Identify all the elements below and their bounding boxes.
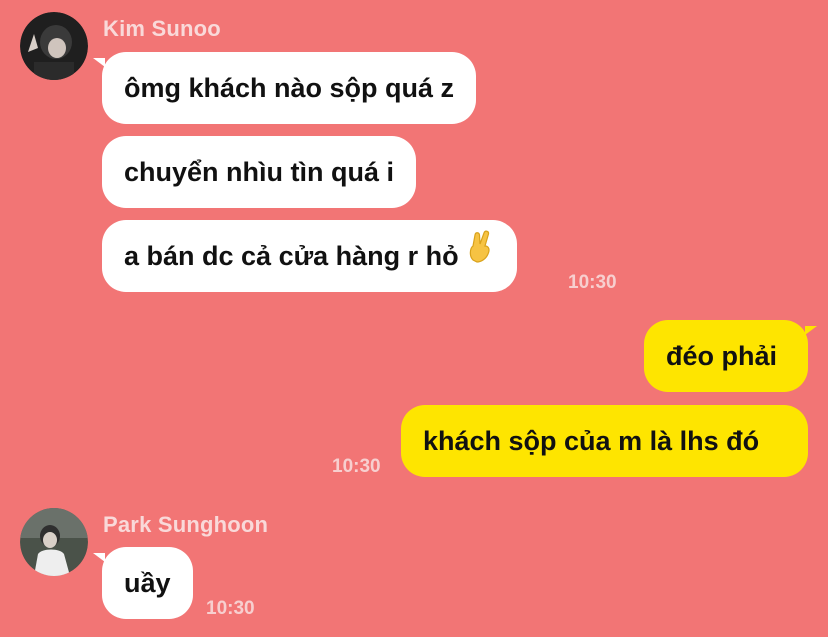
timestamp: 10:30 xyxy=(568,272,617,293)
crossed-fingers-icon xyxy=(467,219,495,291)
timestamp: 10:30 xyxy=(206,598,255,619)
message-bubble-outgoing[interactable]: khách sộp của m là lhs đó xyxy=(401,405,808,477)
message-text: uầy xyxy=(124,568,171,598)
message-text: đéo phải xyxy=(666,341,778,371)
message-bubble[interactable]: a bán dc cả cửa hàng r hỏ xyxy=(102,220,517,292)
message-bubble-outgoing[interactable]: đéo phải xyxy=(644,320,817,392)
sender-name: Kim Sunoo xyxy=(103,16,221,41)
message-text: ômg khách nào sộp quá z xyxy=(124,73,455,103)
avatar-photo-icon xyxy=(20,12,88,80)
message-text: chuyển nhìu tìn quá i xyxy=(124,157,394,187)
timestamp: 10:30 xyxy=(332,456,381,477)
message-text: a bán dc cả cửa hàng r hỏ xyxy=(124,241,459,271)
avatar-kim-sunoo[interactable] xyxy=(20,12,88,80)
message-bubble[interactable]: uầy xyxy=(93,547,193,619)
sender-name: Park Sunghoon xyxy=(103,512,269,537)
message-text: khách sộp của m là lhs đó xyxy=(423,426,760,456)
message-bubble[interactable]: ômg khách nào sộp quá z xyxy=(92,52,477,124)
avatar-park-sunghoon[interactable] xyxy=(20,508,88,576)
message-bubble[interactable]: chuyển nhìu tìn quá i xyxy=(102,136,416,208)
avatar-photo-icon xyxy=(20,508,88,576)
